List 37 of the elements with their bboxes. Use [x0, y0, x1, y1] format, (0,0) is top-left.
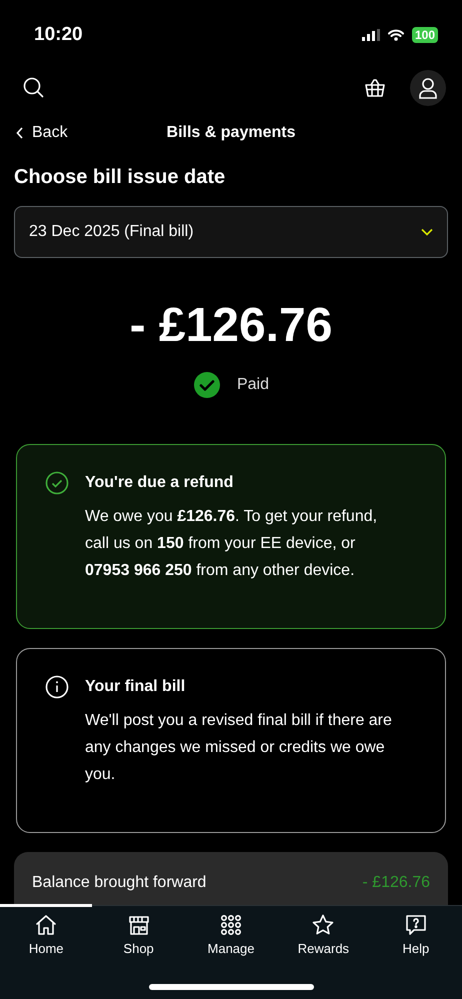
help-icon — [404, 913, 428, 937]
signal-icon — [362, 29, 380, 41]
nav-tab[interactable]: Rewards — [277, 904, 370, 999]
grid-icon — [219, 913, 244, 937]
star-icon — [311, 913, 336, 937]
person-icon — [418, 77, 438, 99]
info-icon — [45, 674, 69, 699]
notice-title: You're due a refund — [85, 472, 234, 493]
payment-status: Paid — [236, 374, 270, 395]
search-button[interactable] — [22, 76, 46, 100]
nav-tab[interactable]: Home — [0, 904, 92, 999]
chevron-left-icon — [16, 127, 24, 139]
notice-title: Your final bill — [85, 676, 186, 697]
balance-amount: - £126.76 — [362, 872, 430, 893]
storefront-icon — [126, 913, 151, 937]
account-button[interactable] — [410, 70, 446, 106]
battery-indicator: 100 — [412, 27, 438, 43]
nav-tab[interactable]: Shop — [92, 904, 185, 999]
basket-button[interactable] — [364, 76, 386, 100]
bill-amount: - £126.76 — [128, 300, 334, 353]
nav-tab[interactable]: Help — [370, 904, 462, 999]
nav-tab[interactable]: Manage — [184, 904, 278, 999]
bill-date-select[interactable]: 23 Dec 2025 (Final bill) — [14, 206, 448, 258]
section-heading: Choose bill issue date — [14, 165, 226, 190]
back-link[interactable]: Back — [16, 121, 68, 145]
notice-text: We'll post you a revised final bill if there are any changes we missed or credits we owe you. — [85, 710, 393, 785]
home-icon — [34, 913, 58, 937]
chevron-down-icon — [421, 228, 433, 236]
balance-label: Balance brought forward — [32, 872, 206, 893]
status-time: 10:20 — [34, 22, 83, 47]
check-circle-icon — [45, 470, 69, 495]
page-title: Bills & payments — [166, 123, 296, 143]
notice-text: We owe you £126.76. To get your refund, call us on 150 from your EE device, or 07953 966 250 from any other device. — [85, 506, 378, 581]
basket-icon — [364, 78, 386, 98]
check-circle-icon — [192, 370, 221, 399]
wifi-icon — [388, 29, 404, 41]
search-icon — [22, 76, 46, 100]
